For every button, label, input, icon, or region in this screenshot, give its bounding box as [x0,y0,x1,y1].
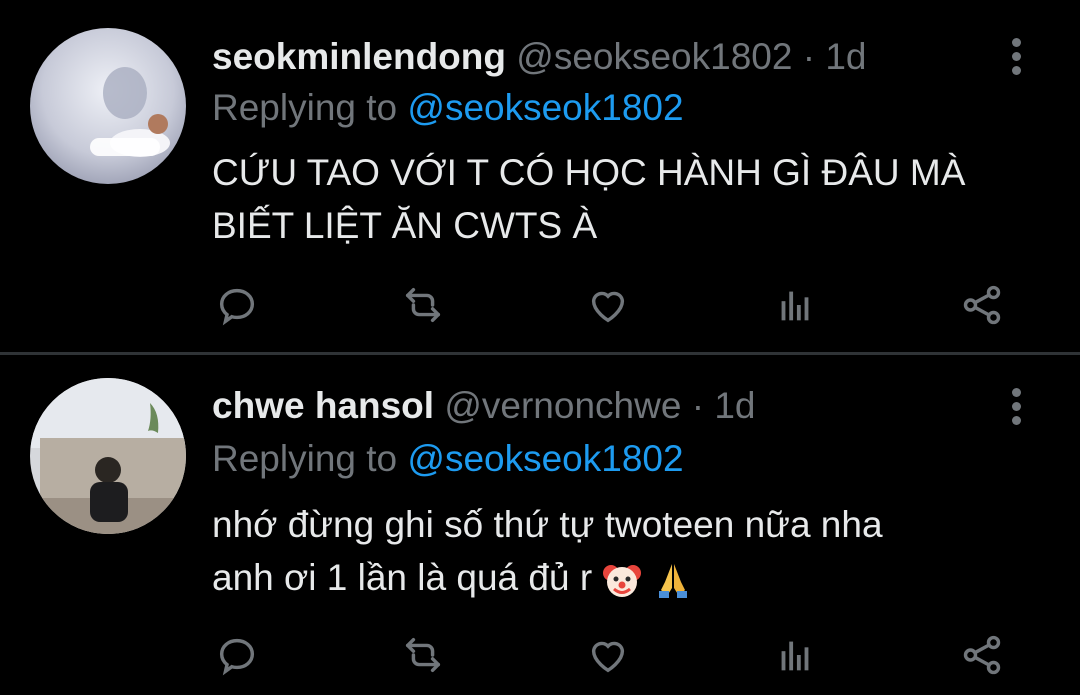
avatar[interactable] [30,28,186,184]
reply-icon[interactable] [212,280,262,330]
replying-to: Replying to @seokseok1802 [212,437,684,481]
timestamp[interactable]: 1d [714,385,755,426]
avatar-image [30,28,186,184]
user-handle[interactable]: @seokseok1802 [516,36,792,77]
reply-icon[interactable] [212,630,262,680]
replying-to: Replying to @seokseok1802 [212,86,684,130]
separator-dot: · [691,385,705,426]
tweet-actions [0,630,1080,680]
tweet-header: seokminlendong @seokseok1802 · 1d [212,35,867,79]
folded-hands-icon [658,564,687,599]
like-icon[interactable] [583,630,633,680]
replying-mention[interactable]: @seokseok1802 [407,438,683,479]
analytics-icon[interactable] [770,630,820,680]
analytics-icon[interactable] [770,280,820,330]
tweet-text-line: anh ơi 1 lần là quá đủ r [212,557,593,598]
tweet-text-line: BIẾT LIỆT ĂN CWTS À [212,205,598,246]
replying-prefix: Replying to [212,438,398,479]
display-name[interactable]: seokminlendong [212,36,506,77]
retweet-icon[interactable] [398,630,448,680]
tweet-text: nhớ đừng ghi số thứ tự twoteen nữa nha a… [212,498,1032,604]
more-options-icon[interactable] [1008,38,1026,84]
replying-prefix: Replying to [212,87,398,128]
clown-face-icon [603,565,642,598]
separator-dot: · [802,36,816,77]
share-icon[interactable] [957,280,1007,330]
tweet-text-line: CỨU TAO VỚI T CÓ HỌC HÀNH GÌ ĐÂU MÀ [212,152,966,193]
tweet-actions [0,280,1080,330]
more-options-icon[interactable] [1008,388,1026,434]
like-icon[interactable] [583,280,633,330]
avatar[interactable] [30,378,186,534]
timestamp[interactable]: 1d [825,36,866,77]
replying-mention[interactable]: @seokseok1802 [407,87,683,128]
tweet-header: chwe hansol @vernonchwe · 1d [212,384,755,428]
share-icon[interactable] [957,630,1007,680]
retweet-icon[interactable] [398,280,448,330]
tweet-text: CỨU TAO VỚI T CÓ HỌC HÀNH GÌ ĐÂU MÀ BIẾT… [212,146,1032,252]
user-handle[interactable]: @vernonchwe [444,385,681,426]
tweet-text-line: nhớ đừng ghi số thứ tự twoteen nữa nha [212,504,883,545]
display-name[interactable]: chwe hansol [212,385,434,426]
avatar-image [30,378,186,534]
tweet-text-line-with-emoji: anh ơi 1 lần là quá đủ r [212,551,1032,604]
